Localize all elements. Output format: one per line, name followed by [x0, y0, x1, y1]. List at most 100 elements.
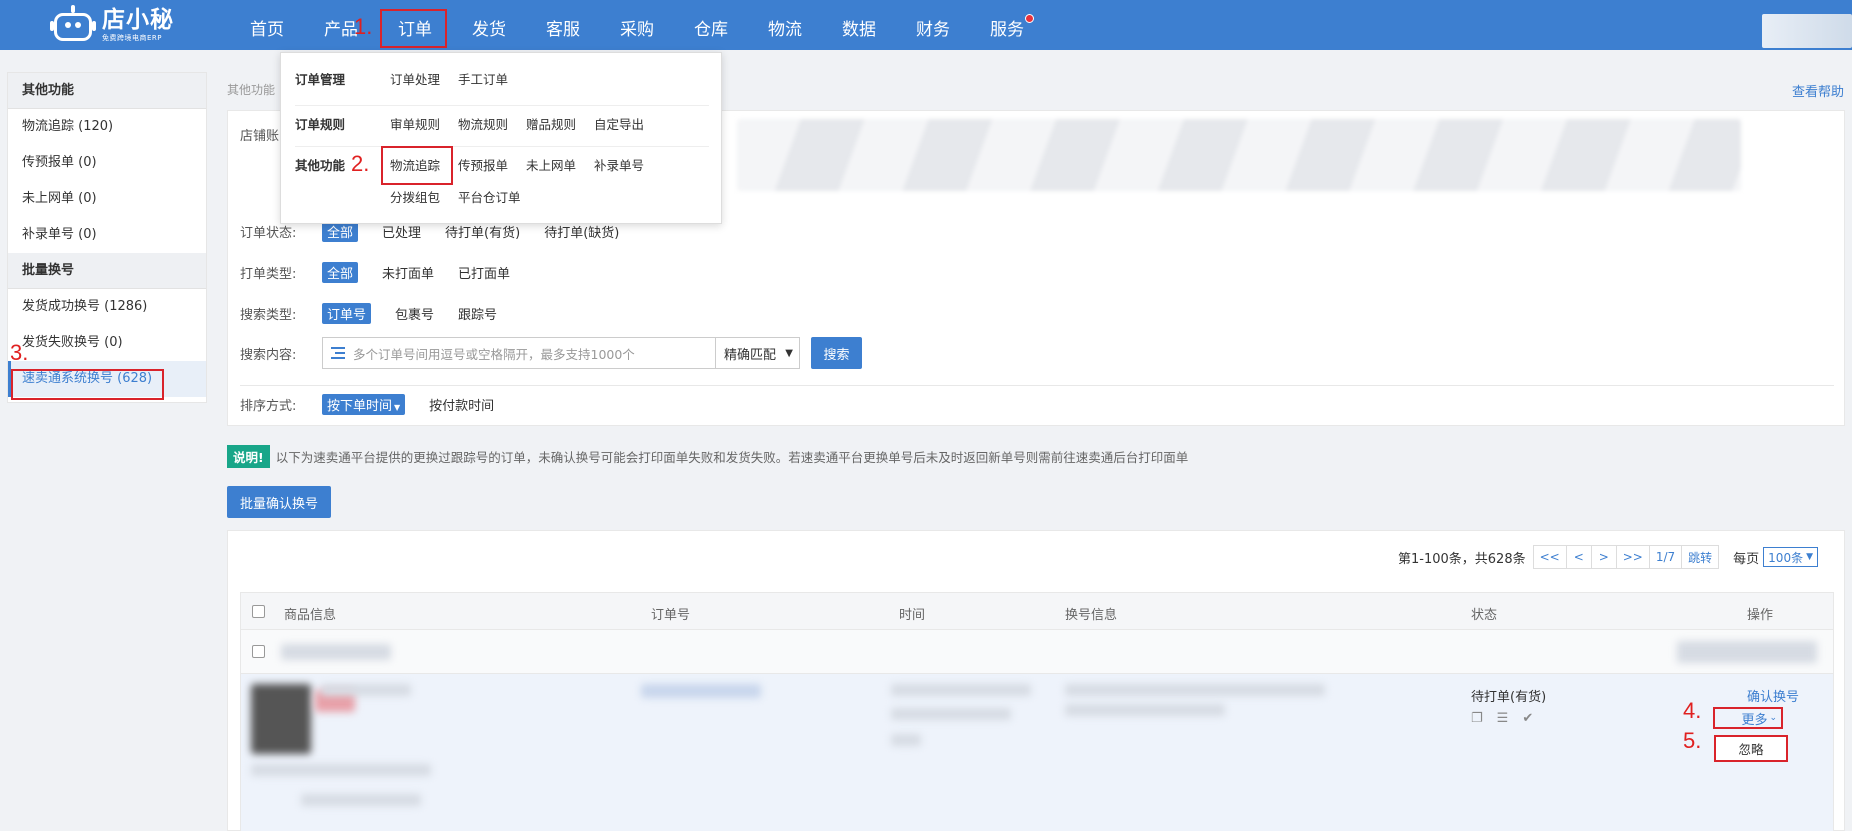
menu-item-audit-rules[interactable]: 审单规则: [390, 114, 440, 133]
sidebar-item-not-online[interactable]: 未上网单 (0): [8, 181, 206, 217]
nav-purchasing[interactable]: 采购: [600, 0, 674, 50]
print-option-all[interactable]: 全部: [322, 261, 359, 283]
nav-customer-service[interactable]: 客服: [526, 0, 600, 50]
print-filter: 打单类型: 全部 未打面单 已打面单: [240, 261, 534, 283]
list-icon: [331, 347, 345, 359]
chevron-down-icon: ▼: [785, 347, 793, 359]
menu-item-not-online[interactable]: 未上网单: [526, 155, 576, 174]
highlight-box-orders: [380, 9, 447, 48]
search-type-tracking[interactable]: 跟踪号: [458, 304, 497, 323]
status-option-instock[interactable]: 待打单(有货): [445, 222, 520, 241]
nav-warehouse[interactable]: 仓库: [674, 0, 748, 50]
more-button[interactable]: 更多 ⌄: [1713, 707, 1783, 729]
nav-data[interactable]: 数据: [822, 0, 896, 50]
nav-services[interactable]: 服务: [970, 0, 1044, 50]
sidebar-group-other: 其他功能: [8, 73, 206, 109]
notice-text: 以下为速卖通平台提供的更换过跟踪号的订单，未确认换号可能会打印面单失败和发货失败…: [275, 450, 1189, 465]
menu-item-gift-rules[interactable]: 赠品规则: [526, 114, 576, 133]
dropdown-group-other: 其他功能: [295, 158, 346, 173]
print-option-unprinted[interactable]: 未打面单: [382, 263, 434, 282]
table-group-row: [240, 630, 1834, 674]
search-placeholder: 多个订单号间用逗号或空格隔开，最多支持1000个: [353, 346, 635, 362]
page-jump-button[interactable]: 跳转: [1681, 545, 1720, 569]
user-account-area[interactable]: [1762, 14, 1852, 48]
sort-option-order-time[interactable]: 按下单时间 ▼: [322, 393, 406, 415]
pagination: 第1-100条，共628条 << < > >> 1/7 跳转 每页 100条 ▼: [1398, 545, 1818, 569]
nav-logistics[interactable]: 物流: [748, 0, 822, 50]
more-label: 更多: [1741, 712, 1768, 728]
copy-icon[interactable]: ❐: [1471, 711, 1483, 726]
col-status: 状态: [1471, 608, 1498, 623]
menu-item-distribution-pack[interactable]: 分拨组包: [390, 187, 440, 206]
sort-option-pay-time[interactable]: 按付款时间: [429, 395, 494, 414]
caret-down-icon: ▼: [394, 402, 401, 412]
page-indicator[interactable]: 1/7: [1648, 545, 1683, 569]
menu-item-manual-order[interactable]: 手工订单: [458, 69, 508, 88]
menu-item-platform-warehouse[interactable]: 平台仓订单: [458, 187, 521, 206]
notice-bar: 说明! 以下为速卖通平台提供的更换过跟踪号的订单，未确认换号可能会打印面单失败和…: [227, 445, 1188, 468]
confirm-swap-link[interactable]: 确认换号: [1747, 686, 1799, 705]
search-type-order[interactable]: 订单号: [322, 302, 372, 324]
page-last-button[interactable]: >>: [1615, 545, 1650, 569]
menu-item-custom-export[interactable]: 自定导出: [594, 114, 644, 133]
sidebar-item-ship-success[interactable]: 发货成功换号 (1286): [8, 289, 206, 325]
nav-finance[interactable]: 财务: [896, 0, 970, 50]
menu-item-logistics-rules[interactable]: 物流规则: [458, 114, 508, 133]
search-label: 搜索内容:: [240, 347, 297, 363]
per-page-select[interactable]: 100条 ▼: [1763, 547, 1818, 567]
sidebar-item-supplement-number[interactable]: 补录单号 (0): [8, 217, 206, 253]
sidebar-item-logistics-tracking[interactable]: 物流追踪 (120): [8, 109, 206, 145]
search-type-filter: 搜索类型: 订单号 包裹号 跟踪号: [240, 302, 521, 324]
menu-item-supplement-number[interactable]: 补录单号: [594, 155, 644, 174]
annotation-2: 2.: [351, 151, 370, 176]
page-next-button[interactable]: >: [1590, 545, 1617, 569]
pagination-info: 第1-100条，共628条: [1398, 551, 1526, 567]
status-option-processed[interactable]: 已处理: [382, 222, 421, 241]
search-row: 搜索内容: 多个订单号间用逗号或空格隔开，最多支持1000个 精确匹配 ▼ 搜索: [240, 337, 862, 369]
product-image: [251, 684, 311, 754]
search-button[interactable]: 搜索: [811, 337, 862, 369]
breadcrumb: 其他功能: [227, 83, 276, 97]
sidebar: 其他功能 物流追踪 (120) 传预报单 (0) 未上网单 (0) 补录单号 (…: [7, 72, 207, 403]
status-option-outofstock[interactable]: 待打单(缺货): [544, 222, 619, 241]
nav-home[interactable]: 首页: [230, 0, 304, 50]
annotation-5: 5.: [1683, 728, 1702, 753]
table-row: 待打单(有货) ❐ ☰ ✔ 确认换号 更多 ⌄ 忽略 4. 5.: [240, 674, 1834, 831]
print-option-printed[interactable]: 已打面单: [458, 263, 510, 282]
annotation-3: 3.: [10, 340, 29, 365]
barcode-icon[interactable]: ☰: [1497, 711, 1509, 726]
sidebar-item-forecast-upload[interactable]: 传预报单 (0): [8, 145, 206, 181]
group-checkbox[interactable]: [252, 645, 265, 658]
table-header: 商品信息 订单号 时间 换号信息 状态 操作: [240, 592, 1834, 630]
print-label: 打单类型:: [240, 266, 297, 282]
nav-shipping[interactable]: 发货: [452, 0, 526, 50]
help-link[interactable]: 查看帮助: [1792, 81, 1844, 100]
batch-confirm-button[interactable]: 批量确认换号: [227, 486, 331, 518]
menu-item-forecast-upload[interactable]: 传预报单: [458, 155, 508, 174]
sidebar-group-batch: 批量换号: [8, 253, 206, 289]
page-first-button[interactable]: <<: [1532, 545, 1567, 569]
dropdown-group-order-management: 订单管理: [295, 72, 346, 87]
checklist-icon[interactable]: ✔: [1522, 711, 1533, 726]
col-swap-info: 换号信息: [1065, 608, 1118, 623]
highlight-box-aliexpress: [11, 369, 164, 400]
nav-services-label: 服务: [990, 20, 1024, 40]
notification-dot-icon: [1025, 14, 1034, 23]
sidebar-item-ship-fail[interactable]: 发货失败换号 (0): [8, 325, 206, 361]
brand-subtitle: 免费跨境电商ERP: [102, 34, 163, 42]
sort-row: 排序方式: 按下单时间 ▼ 按付款时间: [240, 393, 518, 415]
logo[interactable]: 店小秘 免费跨境电商ERP: [50, 4, 174, 46]
ignore-button[interactable]: 忽略: [1714, 735, 1788, 762]
row-status: 待打单(有货): [1471, 690, 1547, 705]
annotation-4: 4.: [1683, 698, 1702, 723]
col-actions: 操作: [1747, 608, 1774, 623]
select-all-checkbox[interactable]: [252, 605, 265, 618]
notice-tag: 说明!: [227, 445, 270, 468]
chevron-down-icon: ⌄: [1769, 713, 1777, 723]
match-mode-select[interactable]: 精确匹配 ▼: [716, 337, 800, 369]
search-type-package[interactable]: 包裹号: [395, 304, 434, 323]
search-input[interactable]: 多个订单号间用逗号或空格隔开，最多支持1000个: [322, 337, 716, 369]
order-list-panel: 第1-100条，共628条 << < > >> 1/7 跳转 每页 100条 ▼ …: [227, 530, 1845, 831]
page-prev-button[interactable]: <: [1565, 545, 1592, 569]
menu-item-order-processing[interactable]: 订单处理: [390, 69, 440, 88]
